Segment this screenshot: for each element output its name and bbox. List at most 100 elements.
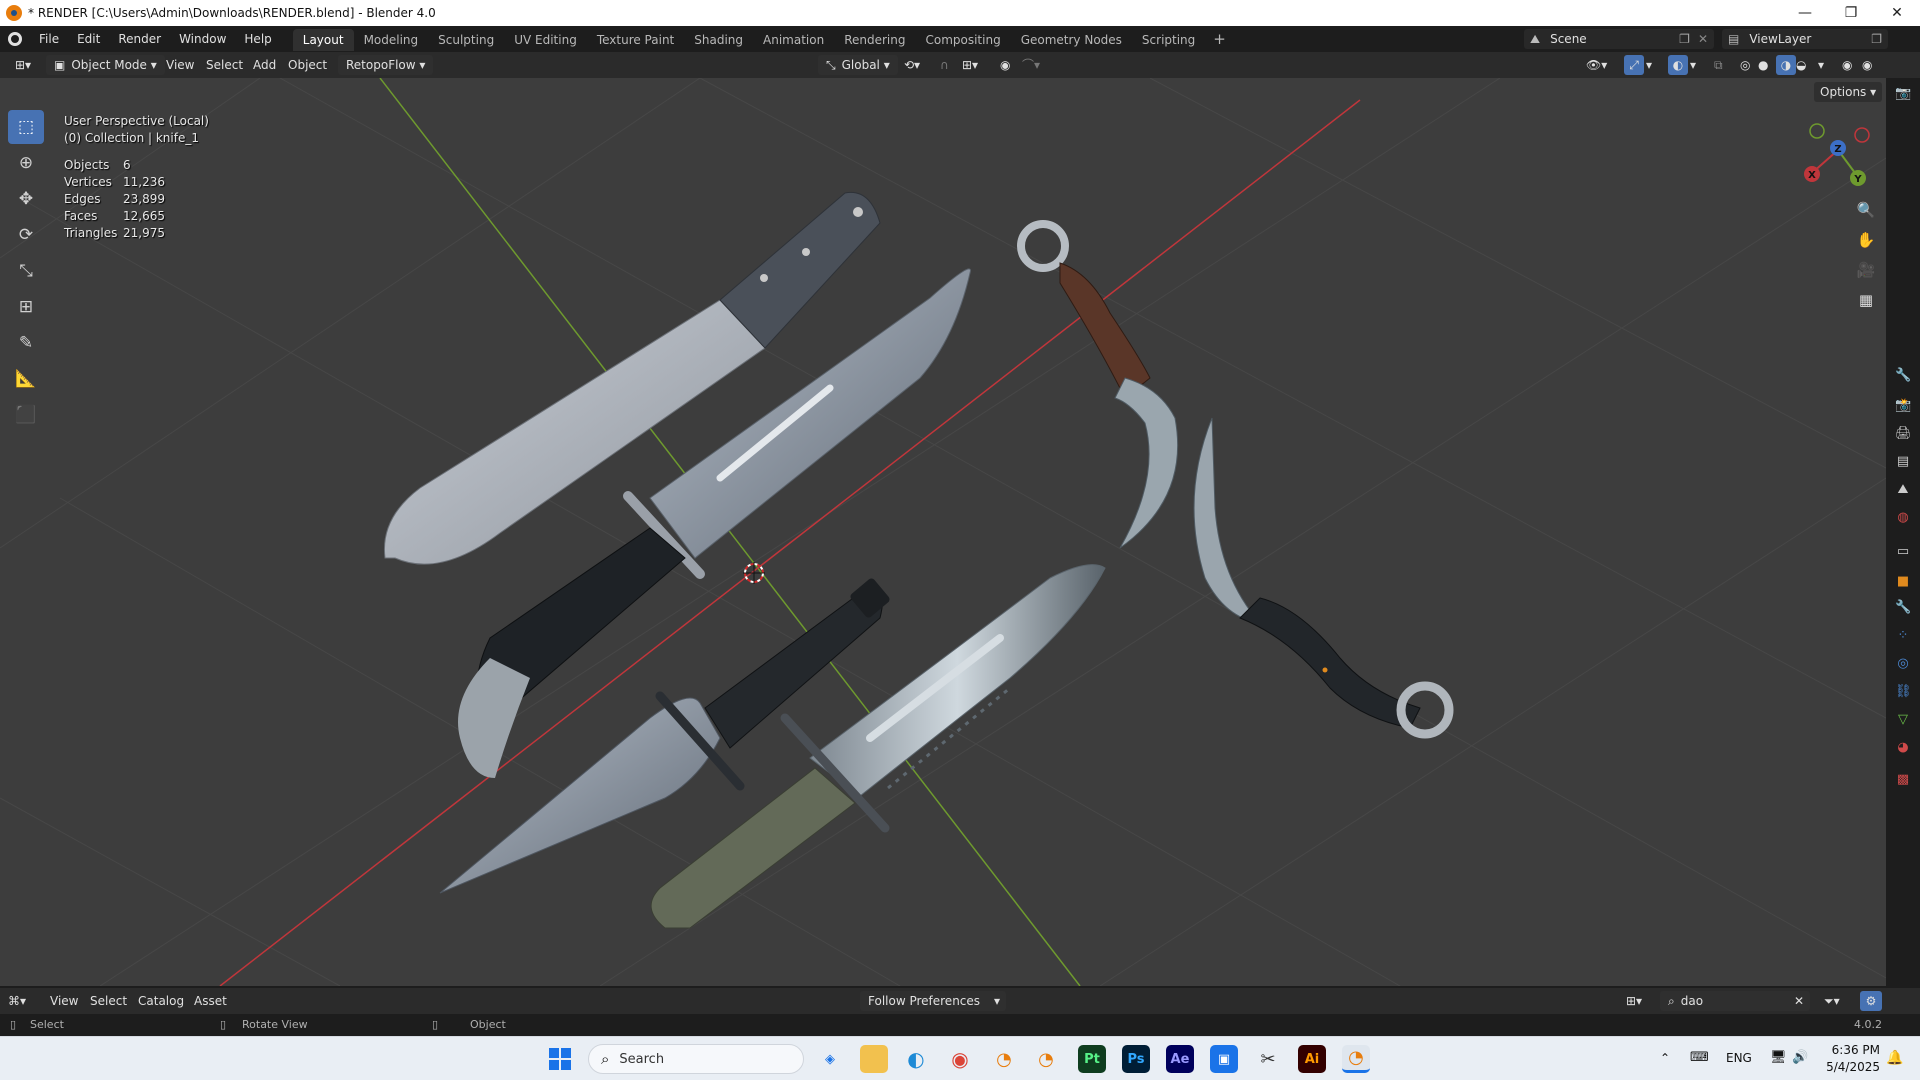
new-viewlayer-icon[interactable]: ❐ <box>1871 32 1882 46</box>
menu-file[interactable]: File <box>30 26 68 52</box>
asset-menu-select[interactable]: Select <box>90 991 127 1011</box>
xray-toggle-icon[interactable]: ⧉ <box>1714 55 1734 75</box>
edge-browser-icon[interactable]: ◐ <box>902 1045 930 1073</box>
world-properties-icon[interactable]: ◍ <box>1895 510 1911 526</box>
notifications-icon[interactable]: 🔔 <box>1886 1050 1903 1066</box>
clock[interactable]: 6:36 PM 5/4/2025 <box>1820 1042 1880 1076</box>
task-view-icon[interactable]: ◈ <box>816 1045 844 1073</box>
menu-window[interactable]: Window <box>170 26 235 52</box>
clear-search-icon[interactable]: ✕ <box>1794 991 1804 1011</box>
store-icon[interactable]: ▣ <box>1210 1045 1238 1073</box>
menu-render[interactable]: Render <box>109 26 170 52</box>
language-indicator[interactable]: ENG <box>1726 1051 1752 1065</box>
overlay-dropdown-icon[interactable]: ▾ <box>1690 55 1704 75</box>
tab-sculpting[interactable]: Sculpting <box>428 29 504 51</box>
constraints-properties-icon[interactable]: ⛓ <box>1895 684 1912 700</box>
visibility-selector-icon[interactable]: 👁▾ <box>1586 55 1616 75</box>
physics-properties-icon[interactable]: ◎ <box>1895 656 1911 672</box>
proportional-edit-icon[interactable]: ◉ <box>1000 55 1018 75</box>
tab-scripting[interactable]: Scripting <box>1132 29 1205 51</box>
render-preview-icon[interactable]: ◉ <box>1862 55 1882 75</box>
blender-app-2-icon[interactable]: ◔ <box>1032 1045 1060 1073</box>
add-cube-tool-icon[interactable]: ⬛ <box>8 398 44 432</box>
tab-shading[interactable]: Shading <box>684 29 753 51</box>
import-method-dropdown[interactable]: Follow Preferences ▾ <box>860 991 1006 1011</box>
asset-settings-icon[interactable]: ⚙ <box>1860 991 1882 1011</box>
asset-menu-view[interactable]: View <box>50 991 78 1011</box>
tab-compositing[interactable]: Compositing <box>915 29 1010 51</box>
object-properties-icon[interactable]: ■ <box>1895 574 1911 590</box>
move-tool-icon[interactable]: ✥ <box>8 182 44 216</box>
retopoflow-menu[interactable]: RetopoFlow ▾ <box>338 55 434 75</box>
asset-search-field[interactable]: ⌕ dao ✕ <box>1660 991 1810 1011</box>
render-properties-icon[interactable]: 📸 <box>1895 398 1911 414</box>
rotate-tool-icon[interactable]: ⟳ <box>8 218 44 252</box>
viewlayer-selector[interactable]: ▤ ViewLayer ❐ <box>1722 29 1888 49</box>
capcut-icon[interactable]: ✂ <box>1254 1045 1282 1073</box>
3d-viewport[interactable]: Z X Y ⬚ ⊕ ✥ ⟳ ⤡ ⊞ ✎ 📐 ⬛ User Perspective… <box>0 78 1886 986</box>
particles-properties-icon[interactable]: ⁘ <box>1895 628 1911 644</box>
menu-edit[interactable]: Edit <box>68 26 109 52</box>
blender-menu-icon[interactable] <box>0 26 30 52</box>
taskbar-search[interactable]: ⌕ Search <box>588 1044 804 1074</box>
display-mode-icon[interactable]: ⊞▾ <box>1626 991 1656 1011</box>
material-properties-icon[interactable]: ◕ <box>1895 740 1911 756</box>
gizmo-neg-x[interactable] <box>1854 127 1870 143</box>
add-workspace-button[interactable]: + <box>1205 30 1234 48</box>
close-button[interactable]: ✕ <box>1874 0 1920 26</box>
karambit-bottom-model[interactable] <box>1193 417 1454 739</box>
tab-uv-editing[interactable]: UV Editing <box>504 29 587 51</box>
solid-shading-icon[interactable]: ● <box>1758 55 1778 75</box>
menu-view[interactable]: View <box>166 55 194 75</box>
camera-icon[interactable]: 📷 <box>1895 86 1911 102</box>
asset-editor-type-icon[interactable]: ⌘▾ <box>8 991 36 1011</box>
keyboard-icon[interactable]: ⌨ <box>1690 1050 1709 1065</box>
navigation-gizmo[interactable]: Z X Y <box>1804 123 1870 186</box>
tab-texture-paint[interactable]: Texture Paint <box>587 29 684 51</box>
falloff-icon[interactable]: ⌒▾ <box>1022 55 1044 75</box>
select-box-tool-icon[interactable]: ⬚ <box>8 110 44 144</box>
gizmo-dropdown-icon[interactable]: ▾ <box>1646 55 1660 75</box>
chrome-browser-icon[interactable]: ◉ <box>946 1045 974 1073</box>
gizmo-toggle-icon[interactable]: ⤢ <box>1624 55 1644 75</box>
windows-start-icon[interactable] <box>546 1045 574 1073</box>
tab-layout[interactable]: Layout <box>292 29 354 51</box>
viewport-canvas[interactable]: Z X Y <box>0 78 1886 986</box>
scene-properties-icon[interactable]: ⛰ <box>1895 482 1911 498</box>
render-region-icon[interactable]: ◉ <box>1842 55 1862 75</box>
minimize-button[interactable]: — <box>1782 0 1828 26</box>
after-effects-icon[interactable]: Ae <box>1166 1045 1194 1073</box>
filter-icon[interactable]: ⏷▾ <box>1824 991 1854 1011</box>
blender-active-icon[interactable]: ◔ <box>1342 1045 1370 1073</box>
menu-select[interactable]: Select <box>206 55 243 75</box>
maximize-button[interactable]: ❐ <box>1828 0 1874 26</box>
tab-modeling[interactable]: Modeling <box>354 29 429 51</box>
pivot-point-icon[interactable]: ⟲▾ <box>904 55 934 75</box>
shading-dropdown-icon[interactable]: ▾ <box>1818 55 1832 75</box>
transform-orientation[interactable]: ⤡ Global ▾ <box>818 55 898 75</box>
data-properties-icon[interactable]: ▽ <box>1895 712 1911 728</box>
scene-selector[interactable]: ⛰ Scene ❐ ✕ <box>1524 29 1714 49</box>
volume-icon[interactable]: 🔊 <box>1792 1050 1808 1065</box>
tab-geometry-nodes[interactable]: Geometry Nodes <box>1011 29 1132 51</box>
wireframe-shading-icon[interactable]: ◎ <box>1740 55 1760 75</box>
photoshop-icon[interactable]: Ps <box>1122 1045 1150 1073</box>
illustrator-icon[interactable]: Ai <box>1298 1045 1326 1073</box>
texture-properties-icon[interactable]: ▩ <box>1895 772 1911 788</box>
collection-properties-icon[interactable]: ▭ <box>1895 544 1911 560</box>
editor-type-icon[interactable]: ⊞▾ <box>8 55 38 75</box>
asset-menu-catalog[interactable]: Catalog <box>138 991 184 1011</box>
menu-help[interactable]: Help <box>235 26 280 52</box>
overlay-toggle-icon[interactable]: ◐ <box>1668 55 1688 75</box>
snap-toggle-icon[interactable]: ∩ <box>940 55 960 75</box>
tab-animation[interactable]: Animation <box>753 29 834 51</box>
mode-selector[interactable]: ▣ Object Mode ▾ <box>46 55 165 75</box>
transform-tool-icon[interactable]: ⊞ <box>8 290 44 324</box>
blender-app-icon[interactable]: ◔ <box>990 1045 1018 1073</box>
gizmo-neg-y[interactable] <box>1809 123 1825 139</box>
network-icon[interactable]: 🖥 <box>1770 1050 1787 1065</box>
tab-rendering[interactable]: Rendering <box>834 29 915 51</box>
menu-object[interactable]: Object <box>288 55 327 75</box>
file-explorer-icon[interactable] <box>860 1045 888 1073</box>
measure-tool-icon[interactable]: 📐 <box>8 362 44 396</box>
